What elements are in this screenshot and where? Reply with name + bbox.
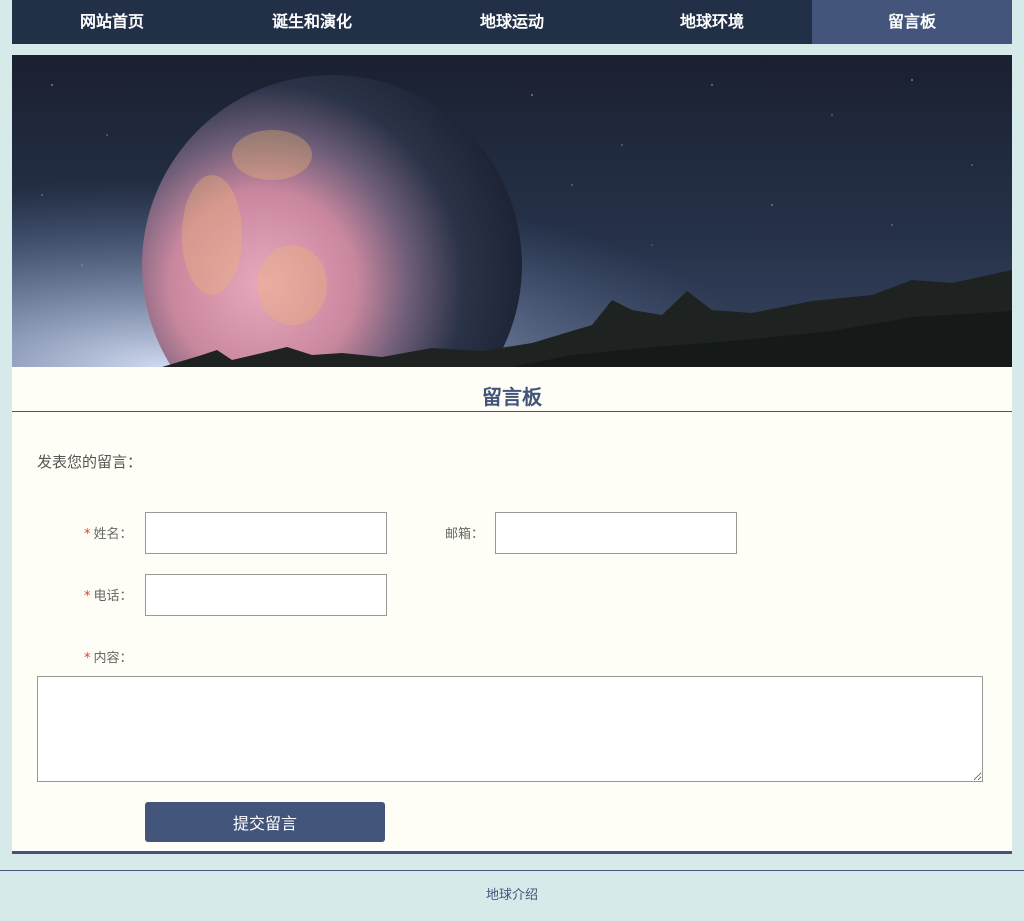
phone-field[interactable] <box>145 574 387 616</box>
title-divider <box>12 411 1012 412</box>
phone-label: * 电话： <box>84 589 133 604</box>
nav-item-birth-evolution[interactable]: 诞生和演化 <box>212 0 412 44</box>
footer-divider <box>0 870 1024 871</box>
content-label: * 内容： <box>84 651 133 666</box>
footer-text: 地球介绍 <box>485 888 538 903</box>
planet-landscape-image <box>12 55 1012 367</box>
hero-banner <box>12 55 1012 367</box>
main-nav: 网站首页 诞生和演化 地球运动 地球环境 留言板 <box>12 0 1012 44</box>
required-mark: * <box>84 651 91 666</box>
required-mark: * <box>84 527 91 542</box>
nav-item-home[interactable]: 网站首页 <box>12 0 212 44</box>
message-board-panel: 留言板 发表您的留言： * 姓名： 邮箱： * 电话： * 内容： 提交留言 <box>12 367 1012 854</box>
required-mark: * <box>84 589 91 604</box>
form-intro: 发表您的留言： <box>37 453 143 471</box>
nav-item-message-board[interactable]: 留言板 <box>812 0 1012 44</box>
name-field[interactable] <box>145 512 387 554</box>
name-label: * 姓名： <box>84 527 133 542</box>
email-field[interactable] <box>495 512 737 554</box>
email-label: 邮箱： <box>445 527 485 542</box>
page-title: 留言板 <box>482 385 542 409</box>
content-textarea[interactable] <box>37 676 983 782</box>
submit-message-button[interactable]: 提交留言 <box>145 802 385 842</box>
nav-item-earth-motion[interactable]: 地球运动 <box>412 0 612 44</box>
nav-item-earth-environment[interactable]: 地球环境 <box>612 0 812 44</box>
